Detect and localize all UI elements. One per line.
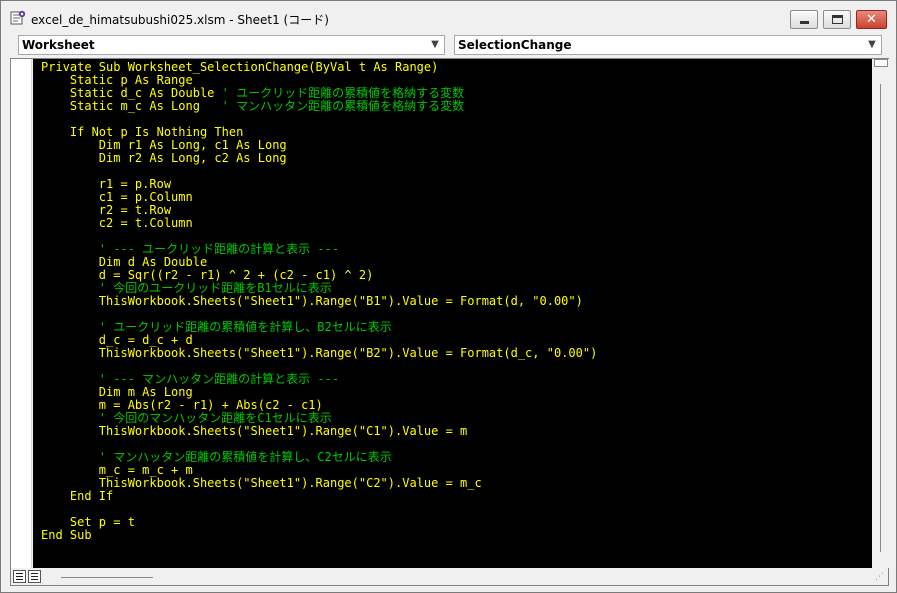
- code-comment: ' --- マンハッタン距離の計算と表示 ---: [98, 372, 340, 386]
- resize-grip-icon[interactable]: ⋰: [875, 571, 887, 583]
- object-dropdown[interactable]: Worksheet ▼: [18, 35, 445, 55]
- code-text: m_c = m_c + m: [41, 463, 193, 477]
- scrollbar-track[interactable]: [880, 84, 881, 552]
- code-text: c1 = p.Column: [41, 190, 193, 204]
- code-text: r1 = p.Row: [41, 177, 172, 191]
- code-text: Private Sub Worksheet_SelectionChange(By…: [41, 60, 439, 74]
- code-text: Set p = t: [41, 515, 135, 529]
- minimize-button[interactable]: [790, 10, 818, 29]
- full-module-view-icon: [31, 573, 38, 580]
- title-bar[interactable]: excel_de_himatsubushi025.xlsm - Sheet1 (…: [1, 1, 896, 33]
- code-line[interactable]: Static m_c As Long ' マンハッタン距離の累積値を格納する変数: [41, 100, 597, 113]
- code-comment: ' 今回のマンハッタン距離をC1セルに表示: [98, 411, 332, 425]
- code-line[interactable]: Dim r2 As Long, c2 As Long: [41, 152, 597, 165]
- object-dropdown-value: Worksheet: [22, 38, 95, 52]
- close-icon: ✕: [866, 12, 877, 27]
- close-button[interactable]: ✕: [856, 10, 887, 29]
- code-text: r2 = t.Row: [41, 203, 172, 217]
- code-line[interactable]: ThisWorkbook.Sheets("Sheet1").Range("C2"…: [41, 477, 597, 490]
- code-text: If Not p Is Nothing Then: [41, 125, 244, 139]
- procedure-dropdown-value: SelectionChange: [458, 38, 572, 52]
- vbe-code-window: excel_de_himatsubushi025.xlsm - Sheet1 (…: [0, 0, 897, 593]
- minimize-icon: [800, 21, 809, 24]
- window-title: excel_de_himatsubushi025.xlsm - Sheet1 (…: [31, 13, 329, 27]
- code-comment: ' ユークリッド距離の累積値を計算し、B2セルに表示: [98, 320, 392, 334]
- split-bar-handle[interactable]: [874, 59, 888, 67]
- code-line[interactable]: End Sub: [41, 529, 597, 542]
- chevron-down-icon[interactable]: ▼: [866, 38, 878, 52]
- bottom-bar: ⋰: [11, 568, 888, 585]
- maximize-icon: [832, 15, 843, 24]
- code-text: Static d_c As Double: [41, 86, 222, 100]
- code-comment: ' 今回のユークリッド距離をB1セルに表示: [98, 281, 332, 295]
- code-line[interactable]: ThisWorkbook.Sheets("Sheet1").Range("B2"…: [41, 346, 598, 360]
- code-text: End Sub: [41, 528, 92, 542]
- code-comment: ' マンハッタン距離の累積値を格納する変数: [221, 99, 465, 113]
- chevron-down-icon[interactable]: ▼: [429, 38, 441, 52]
- procedure-dropdown[interactable]: SelectionChange ▼: [454, 35, 882, 55]
- code-text: Dim r1 As Long, c1 As Long: [41, 138, 287, 152]
- procedure-view-icon: [16, 573, 23, 580]
- maximize-button[interactable]: [823, 10, 851, 29]
- code-text: Static p As Range: [41, 73, 193, 87]
- code-text: d_c = d_c + d: [41, 333, 193, 347]
- vba-module-icon: [10, 10, 26, 25]
- code-line[interactable]: Set p = t: [41, 516, 597, 529]
- code-text: m = Abs(r2 - r1) + Abs(c2 - c1): [41, 398, 323, 412]
- code-line[interactable]: End If: [41, 490, 597, 503]
- full-module-view-button[interactable]: [28, 570, 41, 583]
- code-text: d = Sqr((r2 - r1) ^ 2 + (c2 - c1) ^ 2): [41, 268, 374, 282]
- code-editor[interactable]: Private Sub Worksheet_SelectionChange(By…: [33, 59, 872, 568]
- code-text: c2 = t.Column: [41, 216, 193, 230]
- code-text: Dim m As Long: [41, 385, 193, 399]
- code-text: ThisWorkbook.Sheets("Sheet1").Range("B2"…: [41, 346, 598, 360]
- code-pane: Private Sub Worksheet_SelectionChange(By…: [10, 58, 889, 586]
- code-text: Dim d As Double: [41, 255, 208, 269]
- code-line[interactable]: c2 = t.Column: [41, 217, 597, 230]
- code-comment: ' --- ユークリッド距離の計算と表示 ---: [98, 242, 340, 256]
- code-text: Static m_c As Long: [41, 99, 222, 113]
- margin-indicator-bar[interactable]: [11, 59, 32, 568]
- code-text: ThisWorkbook.Sheets("Sheet1").Range("C2"…: [41, 476, 482, 490]
- procedure-view-button[interactable]: [13, 570, 26, 583]
- code-text: Dim r2 As Long, c2 As Long: [41, 151, 287, 165]
- code-comment: ' マンハッタン距離の累積値を計算し、C2セルに表示: [98, 450, 392, 464]
- vertical-scrollbar[interactable]: [873, 59, 889, 568]
- code-text: ThisWorkbook.Sheets("Sheet1").Range("C1"…: [41, 424, 468, 438]
- code-line[interactable]: ThisWorkbook.Sheets("Sheet1").Range("C1"…: [41, 425, 597, 438]
- code-line[interactable]: ThisWorkbook.Sheets("Sheet1").Range("B1"…: [41, 295, 597, 308]
- horizontal-scrollbar[interactable]: [61, 577, 153, 578]
- code-text: ThisWorkbook.Sheets("Sheet1").Range("B1"…: [41, 294, 583, 308]
- code-comment: ' ユークリッド距離の累積値を格納する変数: [221, 86, 465, 100]
- code-text: End If: [41, 489, 114, 503]
- code-lines: Private Sub Worksheet_SelectionChange(By…: [41, 61, 597, 542]
